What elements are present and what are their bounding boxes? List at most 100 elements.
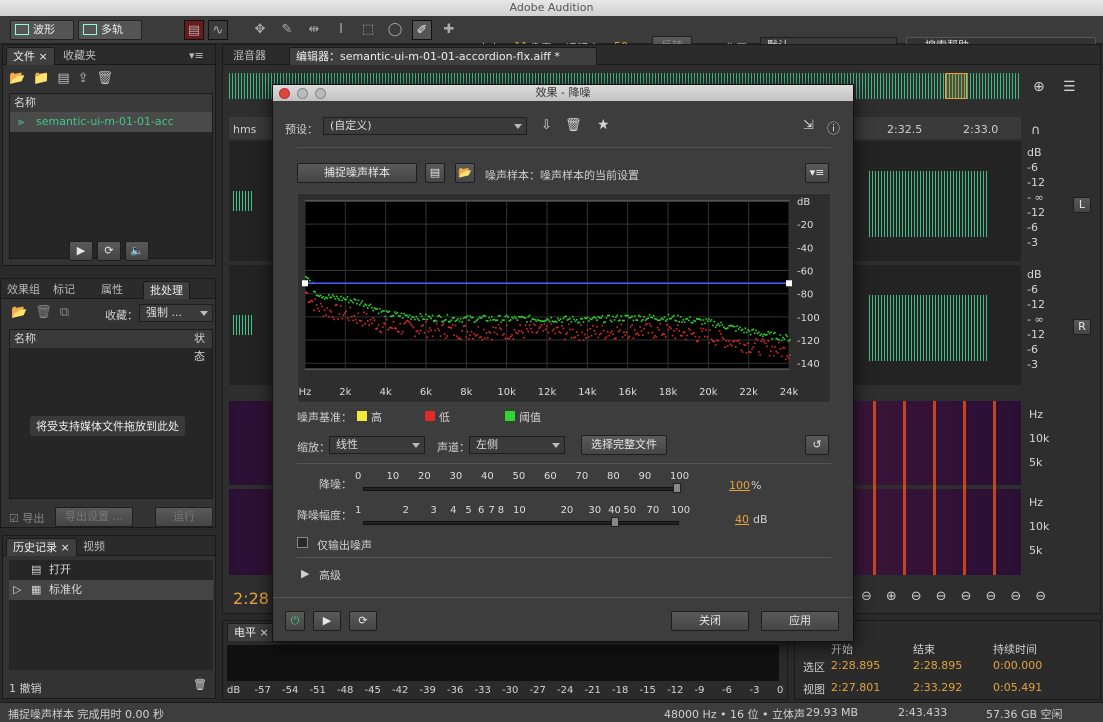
file-item[interactable]: ⫸ semantic-ui-m-01-01-acc — [10, 112, 212, 132]
move-tool-icon[interactable]: ✥ — [250, 20, 270, 40]
save-preset-icon[interactable]: ⇩ — [541, 118, 552, 133]
noise-point — [782, 336, 784, 339]
load-noise-print-icon[interactable]: 📂 — [455, 163, 475, 183]
scale-select[interactable]: 线性 — [329, 436, 425, 454]
noise-point — [706, 336, 709, 338]
file-actions-icons[interactable]: 📂📁▤⇪🗑 — [9, 71, 121, 86]
tab-history[interactable]: 历史记录 × — [6, 538, 77, 556]
selection-end[interactable]: 2:28.895 — [913, 659, 962, 672]
razor-tool-icon[interactable]: ✎ — [277, 20, 297, 40]
noise-point — [346, 317, 349, 319]
noise-point — [360, 302, 362, 304]
view-start[interactable]: 2:27.801 — [831, 681, 880, 694]
channel-r-button[interactable]: R — [1073, 319, 1091, 335]
zoom-window-icon[interactable] — [315, 88, 326, 99]
tab-files[interactable]: 文件 × — [6, 47, 55, 65]
noise-reduction-thumb[interactable] — [673, 483, 681, 493]
spectral-display-icon[interactable]: ▤ — [184, 20, 204, 40]
noise-sample-menu-icon[interactable]: ▾≡ — [805, 163, 829, 183]
level-scale-label: -30 — [502, 685, 519, 696]
tab-effects-rack[interactable]: 效果组 — [1, 281, 46, 299]
noise-reduction-slider[interactable] — [363, 487, 679, 491]
pitch-display-icon[interactable]: ∿ — [208, 20, 228, 40]
tab-level[interactable]: 电平 × — [227, 623, 276, 641]
export-settings-button[interactable]: 导出设置 ... — [55, 507, 133, 527]
advanced-label[interactable]: 高级 — [319, 567, 341, 583]
history-item[interactable]: ▤ 打开 — [9, 560, 213, 580]
tab-favorites[interactable]: 收藏夹 — [57, 47, 102, 65]
tab-editor[interactable]: 编辑器：semantic-ui-m-01-01-accordion-flx.ai… — [289, 47, 597, 65]
loop-icon[interactable]: ⟳ — [349, 611, 377, 631]
noise-point — [767, 330, 770, 333]
close-window-icon[interactable] — [279, 88, 290, 99]
headphones-icon[interactable]: ∩ — [1031, 123, 1041, 138]
tab-properties[interactable]: 属性 — [95, 281, 129, 299]
capture-noise-print-button[interactable]: 捕捉噪声样本 — [297, 163, 417, 183]
select-entire-file-button[interactable]: 选择完整文件 — [581, 435, 667, 455]
tab-batch[interactable]: 批处理 — [143, 281, 190, 299]
batch-actions-icons[interactable]: 📂🗑⧉ — [11, 305, 77, 320]
rack-icon[interactable]: ⇲ — [803, 118, 814, 133]
tab-mixer[interactable]: 混音器 — [227, 47, 272, 65]
tab-markers[interactable]: 标记 — [47, 281, 81, 299]
export-checkbox[interactable]: ☑ 导出 — [9, 510, 44, 526]
selection-start[interactable]: 2:28.895 — [831, 659, 880, 672]
delete-preset-icon[interactable]: 🗑 — [565, 118, 582, 133]
tab-video[interactable]: 视频 — [77, 538, 111, 556]
zoom-controls-icons[interactable]: ⊖⊕⊖⊖⊖⊖⊖⊖ — [861, 589, 1060, 604]
lasso-tool-icon[interactable]: ◯ — [385, 20, 405, 40]
multitrack-button[interactable]: 多轨 — [78, 20, 142, 40]
favorite-star-icon[interactable]: ★ — [597, 117, 610, 133]
noise-point — [574, 320, 577, 323]
level-scale-label: -36 — [447, 685, 464, 696]
preview-play-icon[interactable]: ▶ — [313, 611, 341, 631]
noise-reduction-value[interactable]: 100 — [729, 479, 750, 492]
noise-point — [718, 325, 721, 327]
audio-file-icon: ⫸ — [18, 115, 25, 128]
trash-icon[interactable]: 🗑 — [193, 678, 207, 691]
favorites-select[interactable]: 强制 ... — [139, 304, 213, 322]
marquee-tool-icon[interactable]: ⬚ — [358, 20, 378, 40]
run-button[interactable]: 运行 — [155, 507, 213, 527]
selection-duration[interactable]: 0:00.000 — [993, 659, 1042, 672]
panel-menu-icon[interactable]: ▾≡ — [183, 47, 210, 65]
current-state-icon: ▷ — [13, 583, 22, 596]
info-icon[interactable]: ⓘ — [827, 118, 840, 137]
preset-select[interactable]: (自定义) — [323, 117, 527, 135]
noise-profile-chart[interactable]: Hz 2k 4k 6k 8k 10k 12k 14k 16k 18k 20k 22k 24k dB -20 -… — [297, 193, 831, 403]
channel-l-button[interactable]: L — [1073, 197, 1091, 213]
noise-point — [704, 322, 706, 325]
slip-tool-icon[interactable]: ⇹ — [304, 20, 324, 40]
noise-point — [522, 332, 524, 334]
save-noise-print-icon[interactable]: ▤ — [425, 163, 445, 183]
zoom-icon[interactable]: ⊕ — [1033, 79, 1045, 95]
reduce-by-slider[interactable] — [363, 521, 679, 525]
minimize-window-icon[interactable] — [297, 88, 308, 99]
spot-healing-icon[interactable]: ✚ — [439, 20, 459, 40]
brush-tool-icon[interactable]: ✐ — [412, 20, 432, 40]
noise-point — [722, 338, 725, 340]
close-button[interactable]: 关闭 — [671, 611, 749, 631]
waveform-button[interactable]: 波形 — [10, 20, 74, 40]
noise-point — [420, 315, 423, 318]
slider-tick-label: 40 — [608, 505, 621, 516]
apply-button[interactable]: 应用 — [761, 611, 839, 631]
time-selection-tool-icon[interactable]: I — [331, 20, 351, 40]
output-noise-only-checkbox[interactable] — [297, 537, 308, 548]
history-item[interactable]: ▷ ▦ 标准化 — [9, 580, 213, 600]
play-preview-button[interactable]: ▶ — [69, 241, 93, 261]
reduce-by-value[interactable]: 40 — [735, 513, 749, 526]
power-toggle-icon[interactable]: ⏻ — [285, 611, 305, 631]
hz-label: 10k — [1029, 432, 1050, 445]
reset-icon[interactable]: ↺ — [805, 435, 829, 455]
overview-viewport[interactable] — [945, 73, 967, 99]
loop-preview-button[interactable]: ⟳ — [97, 241, 121, 261]
list-icon[interactable]: ☰ — [1063, 79, 1076, 95]
view-end[interactable]: 2:33.292 — [913, 681, 962, 694]
channel-select[interactable]: 左侧 — [469, 436, 565, 454]
reduce-by-thumb[interactable] — [611, 517, 619, 527]
view-duration[interactable]: 0:05.491 — [993, 681, 1042, 694]
advanced-toggle-icon[interactable]: ▶ — [301, 567, 309, 580]
noise-point — [544, 319, 547, 322]
auto-play-button[interactable]: 🔈 — [125, 241, 149, 261]
